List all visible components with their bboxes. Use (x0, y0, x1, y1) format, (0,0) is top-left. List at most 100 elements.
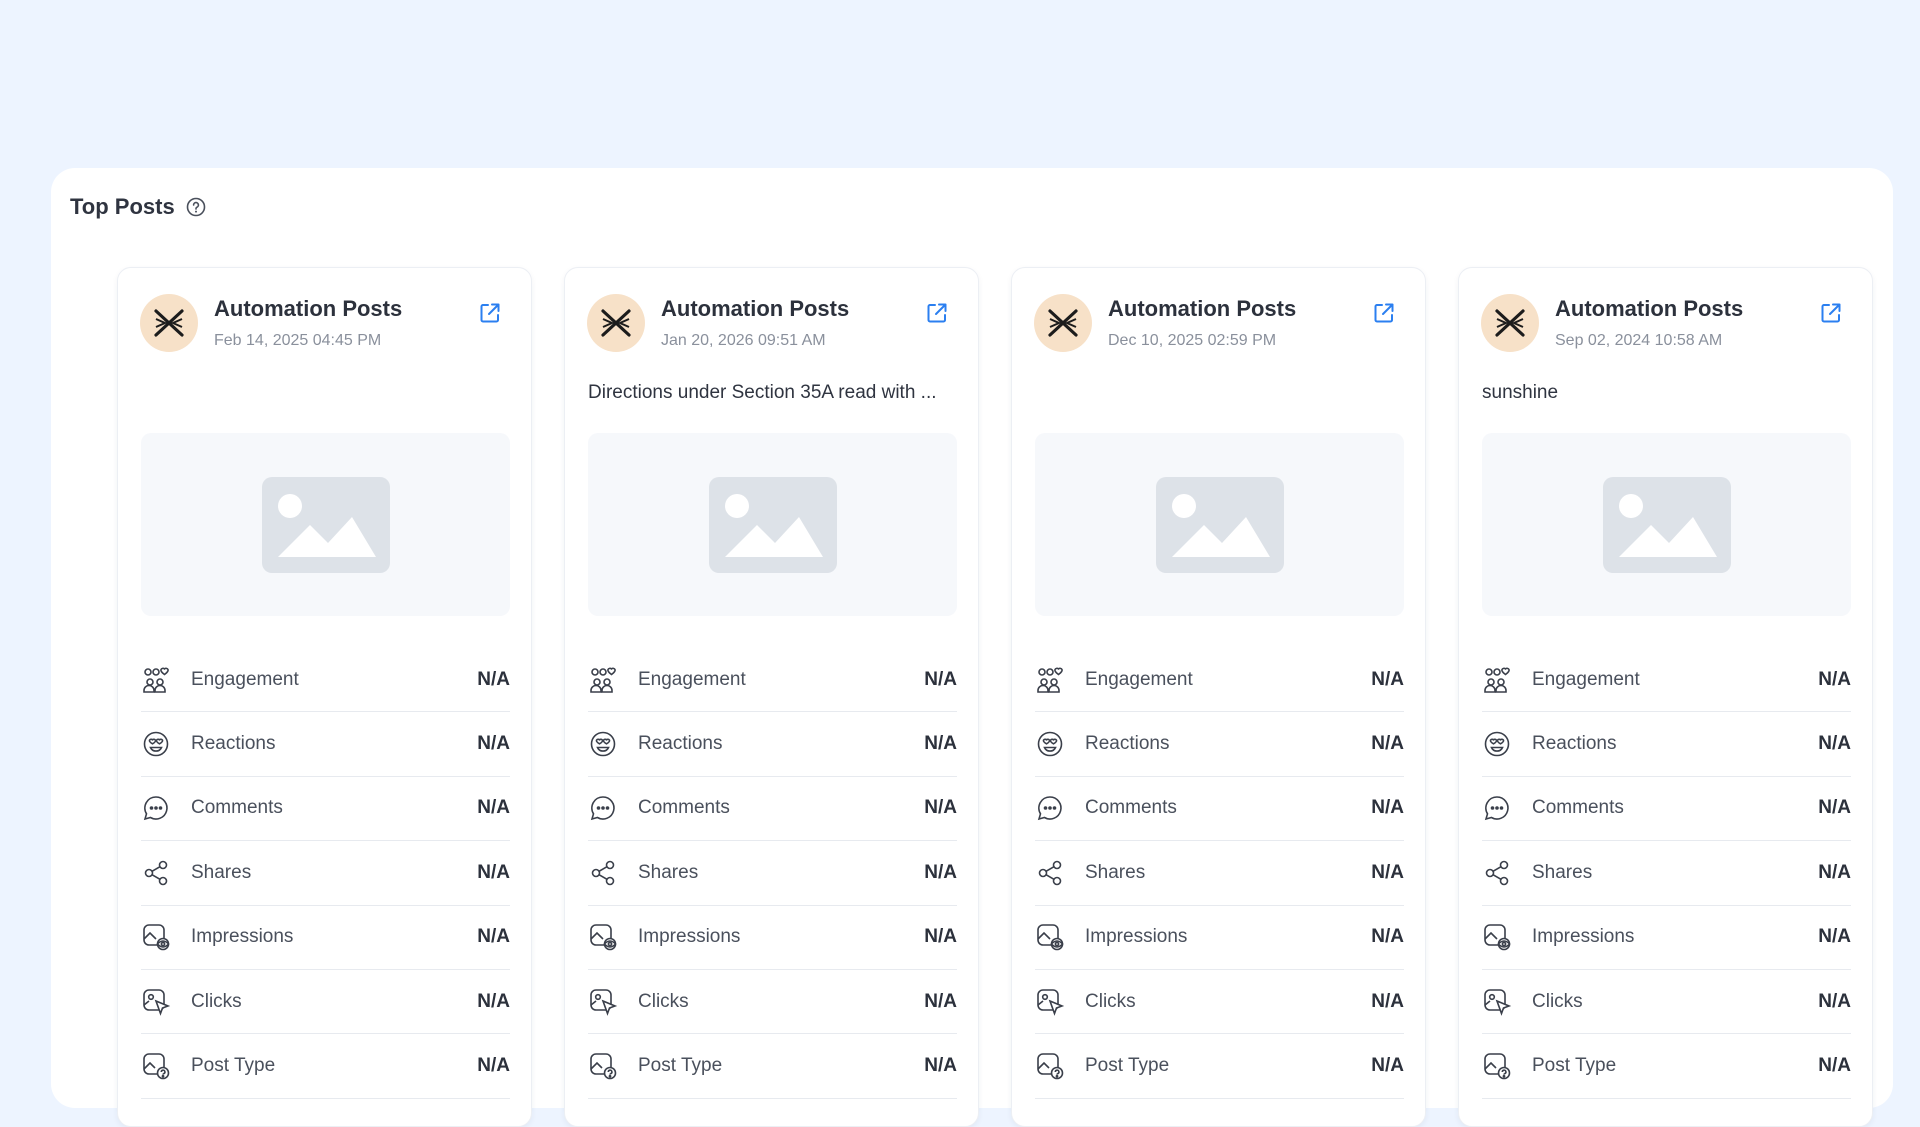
metric-label: Comments (1532, 797, 1624, 819)
post-text: Directions under Section 35A read with .… (588, 382, 937, 403)
section-title: Top Posts (70, 194, 175, 219)
media-placeholder (1035, 433, 1404, 616)
avatar (1481, 294, 1539, 352)
clicks-icon (588, 987, 618, 1017)
metric-row-reactions: Reactions N/A (588, 712, 957, 777)
post-header: Automation Posts Jan 20, 2026 09:51 AM (587, 294, 956, 354)
metric-row-impressions: Impressions N/A (1035, 906, 1404, 970)
comments-icon (588, 793, 618, 823)
metric-row-impressions: Impressions N/A (1482, 906, 1851, 970)
metric-label: Engagement (1085, 668, 1193, 690)
engagement-icon (141, 665, 171, 695)
metric-label: Clicks (1085, 990, 1136, 1012)
clicks-icon (1482, 987, 1512, 1017)
metric-label: Comments (191, 797, 283, 819)
shares-icon (141, 858, 171, 888)
metric-row-engagement: Engagement N/A (588, 648, 957, 713)
x-logo-icon (1048, 309, 1078, 337)
metric-row-comments: Comments N/A (141, 777, 510, 842)
metric-value: N/A (477, 668, 510, 690)
metric-label: Clicks (638, 990, 689, 1012)
metric-row-clicks: Clicks N/A (588, 970, 957, 1035)
shares-icon (1482, 858, 1512, 888)
metric-row-engagement: Engagement N/A (141, 648, 510, 713)
post-type-icon (141, 1051, 171, 1081)
metric-label: Clicks (1532, 990, 1583, 1012)
external-link-icon[interactable] (477, 300, 503, 326)
metric-value: N/A (924, 1055, 957, 1077)
metric-row-engagement: Engagement N/A (1482, 648, 1851, 713)
impressions-icon (141, 922, 171, 952)
metric-label: Shares (1532, 861, 1593, 883)
image-placeholder-icon (708, 476, 837, 573)
metric-label: Engagement (191, 668, 299, 690)
post-card: Automation Posts Feb 14, 2025 04:45 PM E… (117, 267, 532, 1127)
metric-value: N/A (1371, 733, 1404, 755)
post-header: Automation Posts Sep 02, 2024 10:58 AM (1481, 294, 1850, 354)
metric-row-post-type: Post Type N/A (141, 1034, 510, 1099)
metric-row-comments: Comments N/A (588, 777, 957, 842)
metric-row-clicks: Clicks N/A (1035, 970, 1404, 1035)
post-date: Dec 10, 2025 02:59 PM (1108, 332, 1277, 349)
metric-value: N/A (924, 926, 957, 948)
metrics-list: Engagement N/A Reactions N/A Comments N/A Shar… (141, 648, 510, 1099)
reactions-icon (1482, 729, 1512, 759)
metric-row-engagement: Engagement N/A (1035, 648, 1404, 713)
shares-icon (588, 858, 618, 888)
external-link-icon[interactable] (1371, 300, 1397, 326)
metric-value: N/A (924, 668, 957, 690)
metric-value: N/A (477, 733, 510, 755)
impressions-icon (1035, 922, 1065, 952)
metric-row-clicks: Clicks N/A (141, 970, 510, 1035)
x-logo-icon (1495, 309, 1525, 337)
metric-label: Impressions (1532, 926, 1635, 948)
x-logo-icon (601, 309, 631, 337)
post-date: Feb 14, 2025 04:45 PM (214, 332, 382, 349)
post-card: Automation Posts Sep 02, 2024 10:58 AM s… (1458, 267, 1873, 1127)
metric-value: N/A (1818, 861, 1851, 883)
metric-value: N/A (1818, 797, 1851, 819)
shares-icon (1035, 858, 1065, 888)
comments-icon (1035, 793, 1065, 823)
metric-value: N/A (924, 990, 957, 1012)
posts-list: Automation Posts Feb 14, 2025 04:45 PM E… (117, 267, 1873, 1127)
metric-row-clicks: Clicks N/A (1482, 970, 1851, 1035)
metric-value: N/A (1371, 797, 1404, 819)
metric-value: N/A (1371, 668, 1404, 690)
metric-label: Impressions (638, 926, 741, 948)
metric-value: N/A (1818, 990, 1851, 1012)
metric-row-impressions: Impressions N/A (588, 906, 957, 970)
metric-value: N/A (1818, 926, 1851, 948)
account-name: Automation Posts (214, 296, 403, 321)
external-link-icon[interactable] (1818, 300, 1844, 326)
metric-label: Engagement (1532, 668, 1640, 690)
metric-row-shares: Shares N/A (588, 841, 957, 906)
account-name: Automation Posts (1555, 296, 1744, 321)
avatar (140, 294, 198, 352)
metric-value: N/A (924, 797, 957, 819)
metric-label: Post Type (638, 1055, 723, 1077)
media-placeholder (141, 433, 510, 616)
post-header: Automation Posts Dec 10, 2025 02:59 PM (1034, 294, 1403, 354)
metric-label: Impressions (191, 926, 294, 948)
metric-value: N/A (1371, 1055, 1404, 1077)
reactions-icon (1035, 729, 1065, 759)
metric-label: Post Type (1085, 1055, 1170, 1077)
post-type-icon (1035, 1051, 1065, 1081)
metric-row-comments: Comments N/A (1482, 777, 1851, 842)
metric-value: N/A (924, 861, 957, 883)
external-link-icon[interactable] (924, 300, 950, 326)
account-name: Automation Posts (1108, 296, 1297, 321)
post-date: Jan 20, 2026 09:51 AM (661, 332, 826, 349)
panel-header: Top Posts (70, 194, 207, 220)
media-placeholder (588, 433, 957, 616)
metric-row-reactions: Reactions N/A (1035, 712, 1404, 777)
post-text: sunshine (1482, 382, 1559, 403)
avatar (587, 294, 645, 352)
metric-row-shares: Shares N/A (141, 841, 510, 906)
media-placeholder (1482, 433, 1851, 616)
metric-label: Shares (638, 861, 699, 883)
metric-row-post-type: Post Type N/A (588, 1034, 957, 1099)
post-card: Automation Posts Jan 20, 2026 09:51 AM D… (564, 267, 979, 1127)
help-icon[interactable] (185, 196, 207, 218)
